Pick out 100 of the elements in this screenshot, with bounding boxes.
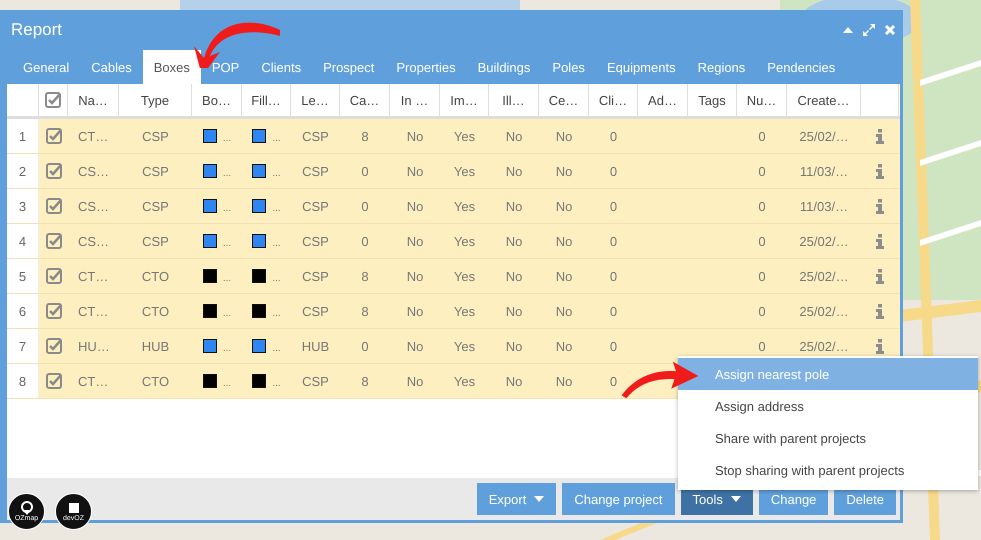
table-cell: CT… [78, 374, 108, 388]
tab[interactable]: Boxes [142, 50, 201, 84]
table-cell: CSP [142, 198, 169, 214]
window-title: Report [11, 20, 62, 40]
info-icon[interactable] [876, 128, 884, 144]
table-cell: No [406, 164, 424, 178]
close-icon[interactable] [884, 24, 896, 36]
checkbox[interactable] [45, 92, 61, 108]
table-cell: No [506, 128, 522, 144]
column-header[interactable]: Ad… [648, 92, 677, 108]
table-cell: CSP [302, 268, 329, 284]
table-cell: HUB [302, 338, 330, 354]
table-row[interactable]: 3 CS… CSP ... ... CSP 0 No Yes No No 0 0 11/03/… [7, 189, 900, 224]
info-icon[interactable] [876, 338, 884, 354]
column-header[interactable]: Le… [301, 92, 329, 108]
table-cell: No [556, 338, 572, 354]
table-cell: No [556, 234, 572, 248]
table-cell: No [406, 234, 424, 248]
checkbox[interactable] [46, 163, 62, 179]
table-cell: ... [222, 133, 232, 144]
table-cell: CT… [78, 304, 108, 318]
table-cell: ... [222, 378, 232, 389]
row-number: 5 [18, 268, 26, 284]
table-cell: 0 [610, 374, 618, 388]
table-cell: No [506, 374, 522, 388]
table-cell: No [506, 338, 522, 354]
info-icon[interactable] [876, 198, 884, 214]
column-header[interactable]: In … [400, 92, 428, 108]
checkbox[interactable] [46, 338, 62, 354]
table-cell: 0 [758, 338, 766, 354]
checkbox[interactable] [46, 233, 62, 249]
table-cell: 0 [758, 164, 766, 178]
column-header[interactable]: Bo… [202, 92, 231, 108]
table-cell: No [506, 234, 522, 248]
row-number: 1 [18, 128, 26, 144]
checkbox[interactable] [46, 198, 62, 214]
table-row[interactable]: 4 CS… CSP ... ... CSP 0 No Yes No No 0 0 25/02/… [7, 224, 900, 259]
table-cell: 25/02/… [799, 268, 849, 284]
checkbox[interactable] [46, 373, 62, 389]
table-cell: CSP [302, 128, 329, 144]
table-cell: No [556, 304, 572, 318]
row-number: 6 [18, 304, 26, 318]
table-cell: 8 [361, 268, 369, 284]
table-cell: CS… [78, 234, 110, 248]
table-cell: Yes [454, 128, 476, 144]
expand-icon[interactable] [862, 23, 876, 37]
table-cell: ... [222, 308, 232, 319]
table-row[interactable]: 7 HU… HUB ... ... HUB 0 No Yes No No 0 0 25/02/… [7, 329, 900, 364]
column-header[interactable]: Ill… [502, 92, 525, 108]
checkbox[interactable] [46, 303, 62, 319]
table-cell: 11/03/… [800, 164, 848, 178]
table-cell: No [556, 198, 572, 214]
checkbox[interactable] [46, 268, 62, 284]
checkbox[interactable] [46, 128, 62, 144]
table-cell: ... [222, 238, 232, 249]
table-cell: Yes [454, 198, 476, 214]
table-row[interactable]: 5 CT… CTO ... ... CSP 8 No Yes No No 0 0 25/02/… [7, 259, 900, 294]
column-header[interactable]: Nu… [746, 92, 776, 108]
table-row[interactable]: 1 CT… CSP ... ... CSP 8 No Yes No No 0 0 25/02/… [7, 119, 900, 154]
table-cell: 0 [610, 268, 618, 284]
info-icon[interactable] [876, 164, 884, 178]
row-number: 7 [18, 338, 26, 354]
column-header[interactable]: Na… [78, 92, 108, 108]
table-cell: 0 [610, 128, 618, 144]
column-header[interactable]: Ca… [350, 92, 380, 108]
table-cell: ... [272, 273, 281, 284]
column-header[interactable]: Fill… [251, 92, 281, 108]
table-cell: 0 [610, 304, 618, 318]
column-header[interactable]: Tags [698, 92, 726, 108]
table-cell: No [506, 268, 522, 284]
table-cell: 8 [361, 128, 369, 144]
table-cell: CT… [78, 268, 108, 284]
column-header[interactable]: Ce… [548, 92, 578, 108]
collapse-icon[interactable] [842, 26, 854, 34]
menu-item[interactable]: Share with parent projects [678, 422, 978, 454]
table-cell: HUB [142, 338, 170, 354]
table-cell: CT… [78, 128, 108, 144]
table-cell: CSP [302, 234, 329, 248]
table-cell: Yes [454, 338, 476, 354]
info-icon[interactable] [876, 234, 884, 248]
table-cell: 25/02/… [799, 234, 849, 248]
info-icon[interactable] [876, 268, 884, 284]
table-cell: CSP [142, 234, 169, 248]
table-row[interactable]: 6 CT… CTO ... ... CSP 8 No Yes No No 0 0 25/02/… [7, 294, 900, 329]
table-cell: ... [272, 378, 281, 389]
table-cell: CSP [142, 164, 169, 178]
info-icon[interactable] [876, 304, 884, 318]
table-cell: 25/02/… [799, 338, 849, 354]
column-header[interactable]: Cli… [598, 92, 628, 108]
table-row[interactable]: 2 CS… CSP ... ... CSP 0 No Yes No No 0 0 11/03/… [7, 154, 900, 189]
table-cell: 0 [758, 304, 766, 318]
menu-item[interactable]: Stop sharing with parent projects [678, 454, 978, 486]
column-header[interactable]: Im… [450, 92, 478, 108]
table-cell: 8 [361, 374, 369, 388]
table-cell: No [506, 304, 522, 318]
table-cell: 0 [758, 198, 766, 214]
column-header[interactable]: Create… [797, 92, 850, 108]
column-header[interactable]: Type [140, 92, 170, 108]
table-cell: ... [272, 308, 281, 319]
table-cell: CSP [302, 304, 329, 318]
